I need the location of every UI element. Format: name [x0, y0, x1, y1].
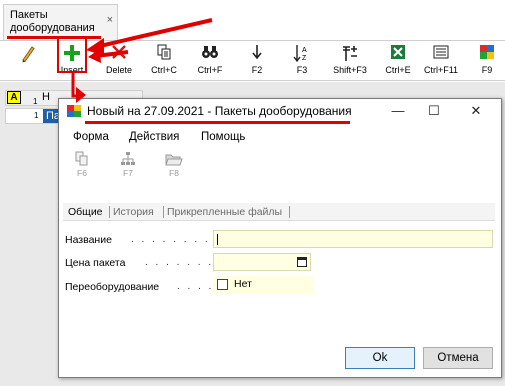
- folder-open-icon: [161, 151, 187, 167]
- excel-icon: [381, 43, 415, 65]
- filter-button[interactable]: Shift+F3: [330, 41, 370, 81]
- row-number: 1: [34, 111, 39, 120]
- tree-icon: [115, 151, 141, 167]
- price-dots: . . . . . . .: [145, 257, 214, 268]
- find-button[interactable]: Ctrl+F: [194, 41, 226, 81]
- filter-label: Shift+F3: [333, 65, 367, 75]
- f8-button[interactable]: F8: [161, 151, 187, 178]
- color-grid-icon: [476, 43, 498, 65]
- tab-separator: [109, 206, 110, 218]
- sort-label: F3: [296, 65, 308, 75]
- copy-icon: [148, 43, 180, 65]
- grid-filter-letter[interactable]: A: [7, 91, 21, 104]
- excel-export-button[interactable]: Ctrl+E: [381, 41, 415, 81]
- pencil-icon: [18, 43, 38, 65]
- name-label: Название: [65, 234, 112, 246]
- maximize-icon[interactable]: ☐: [425, 103, 443, 119]
- f6-label: F6: [77, 168, 87, 178]
- outer-tab-close-icon[interactable]: ×: [107, 14, 113, 27]
- dialog-title-highlight: [85, 121, 350, 124]
- f7-label: F7: [123, 168, 133, 178]
- f2-button[interactable]: F2: [246, 41, 268, 81]
- copy-button[interactable]: Ctrl+C: [148, 41, 180, 81]
- color-label: F9: [481, 65, 493, 75]
- edit-button[interactable]: [18, 41, 38, 81]
- minimize-icon[interactable]: —: [389, 103, 407, 119]
- sort-button[interactable]: AZ F3: [290, 41, 314, 81]
- reequip-value: Нет: [234, 278, 252, 290]
- f8-label: F8: [169, 168, 179, 178]
- list-label: Ctrl+F11: [423, 65, 459, 75]
- excel-label: Ctrl+E: [385, 65, 411, 75]
- f7-button[interactable]: F7: [115, 151, 141, 178]
- cancel-button[interactable]: Отмена: [423, 347, 493, 369]
- sort-az-icon: AZ: [290, 43, 314, 65]
- tab-separator: [163, 206, 164, 218]
- reequip-label: Переоборудование: [65, 281, 160, 293]
- app-icon: [67, 105, 81, 117]
- svg-text:A: A: [302, 47, 307, 54]
- text-caret: [217, 234, 218, 245]
- reequip-dots: . . . .: [177, 281, 214, 292]
- tab-attached-files[interactable]: Прикрепленные файлы: [167, 206, 282, 218]
- name-input[interactable]: [213, 230, 493, 248]
- tab-history[interactable]: История: [113, 206, 154, 218]
- reequip-checkbox-field[interactable]: Нет: [213, 276, 313, 294]
- copy-doc-icon: [69, 151, 95, 167]
- dialog-toolbar: F6 F7 F8: [59, 151, 501, 187]
- tab-separator: [289, 206, 290, 218]
- filter-plus-minus-icon: [330, 43, 370, 65]
- binoculars-icon: [194, 43, 226, 65]
- insert-highlight-frame: [57, 37, 87, 73]
- delete-x-icon: [104, 43, 134, 65]
- calculator-icon[interactable]: [297, 257, 307, 267]
- color-button[interactable]: F9: [476, 41, 498, 81]
- svg-text:Z: Z: [302, 55, 307, 62]
- list-button[interactable]: Ctrl+F11: [421, 41, 461, 81]
- close-icon[interactable]: ✕: [467, 103, 485, 119]
- dialog-titlebar[interactable]: Новый на 27.09.2021 - Пакеты дооборудова…: [59, 99, 501, 124]
- menu-actions[interactable]: Действия: [129, 131, 179, 143]
- reequip-checkbox[interactable]: [217, 279, 228, 290]
- dialog-title: Новый на 27.09.2021 - Пакеты дооборудова…: [87, 104, 352, 118]
- tab-general[interactable]: Общие: [68, 206, 103, 218]
- find-label: Ctrl+F: [197, 65, 223, 75]
- ok-button[interactable]: Ok: [345, 347, 415, 369]
- new-record-dialog: Новый на 27.09.2021 - Пакеты дооборудова…: [58, 98, 502, 378]
- price-input[interactable]: [213, 253, 311, 271]
- f6-button[interactable]: F6: [69, 151, 95, 178]
- f2-label: F2: [251, 65, 263, 75]
- price-label: Цена пакета: [65, 257, 126, 269]
- down-arrow-icon: [246, 43, 268, 65]
- dialog-tabs: Общие История Прикрепленные файлы: [63, 203, 495, 221]
- menu-help[interactable]: Помощь: [201, 131, 245, 143]
- list-icon: [421, 43, 461, 65]
- grid-column-header[interactable]: Н: [42, 91, 50, 103]
- menu-form[interactable]: Форма: [73, 131, 109, 143]
- outer-tab-title: Пакеты дооборудования: [10, 9, 95, 34]
- dialog-menubar: Форма Действия Помощь: [59, 127, 501, 147]
- delete-button[interactable]: Delete: [104, 41, 134, 81]
- copy-label: Ctrl+C: [151, 65, 177, 75]
- delete-label: Delete: [105, 65, 132, 75]
- grid-header-number: 1: [33, 97, 38, 106]
